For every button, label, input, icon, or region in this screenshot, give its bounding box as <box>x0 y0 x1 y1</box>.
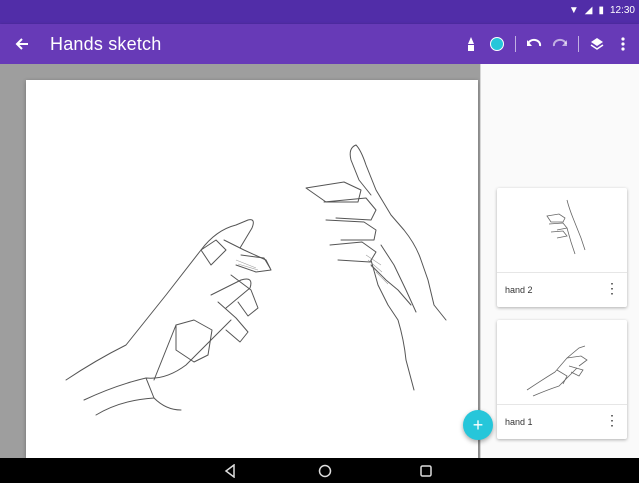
nav-back-icon[interactable] <box>220 463 240 479</box>
brush-icon[interactable] <box>463 32 479 56</box>
layer-name: hand 2 <box>505 285 533 295</box>
app-bar: Hands sketch <box>0 24 639 64</box>
layer-card-footer: hand 1 ⋮ <box>497 405 627 439</box>
layer-more-icon[interactable]: ⋮ <box>605 413 619 427</box>
drawing-canvas[interactable] <box>26 80 478 458</box>
add-layer-button[interactable]: + <box>463 410 493 440</box>
toolbar-divider <box>578 36 579 52</box>
layer-card[interactable]: hand 1 ⋮ <box>497 320 627 439</box>
toolbar-divider <box>515 36 516 52</box>
signal-icon: ◢ <box>584 5 593 16</box>
back-arrow-icon[interactable] <box>10 32 34 56</box>
layers-icon[interactable] <box>589 32 605 56</box>
layer-card-footer: hand 2 ⋮ <box>497 273 627 307</box>
layer-card[interactable]: hand 2 ⋮ <box>497 188 627 307</box>
layers-panel: hand 2 ⋮ hand 1 ⋮ <box>480 64 639 458</box>
layer-more-icon[interactable]: ⋮ <box>605 281 619 295</box>
color-swatch <box>490 37 504 51</box>
color-swatch-button[interactable] <box>489 32 505 56</box>
battery-icon: ▮ <box>598 5 604 16</box>
overflow-menu-icon[interactable] <box>615 32 631 56</box>
hands-sketch-drawing <box>65 144 447 416</box>
system-nav-bar <box>0 458 639 483</box>
nav-recents-icon[interactable] <box>416 463 436 479</box>
clock: 12:30 <box>609 5 635 16</box>
wifi-icon: ▼ <box>568 5 579 16</box>
status-icons: ▼ ◢ ▮ 12:30 <box>569 5 635 16</box>
status-bar: ▼ ◢ ▮ 12:30 <box>0 0 639 24</box>
layer-thumbnail[interactable] <box>497 320 627 405</box>
nav-home-icon[interactable] <box>315 463 335 479</box>
redo-icon[interactable] <box>552 32 568 56</box>
undo-icon[interactable] <box>526 32 542 56</box>
page-title: Hands sketch <box>50 34 162 54</box>
layer-thumbnail[interactable] <box>497 188 627 273</box>
toolbar-actions <box>463 32 631 56</box>
layer-name: hand 1 <box>505 417 533 427</box>
